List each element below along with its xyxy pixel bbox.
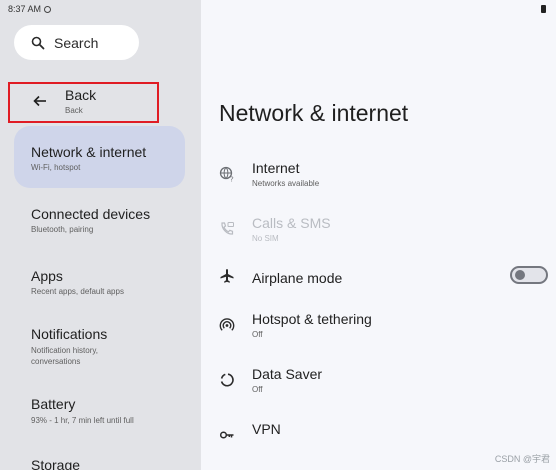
- hotspot-subtitle: Off: [252, 330, 263, 339]
- network-internet-page: Network & internet ? Internet Networks a…: [201, 0, 556, 470]
- vpn-key-icon: [219, 431, 234, 439]
- sidebar-item-title: Notifications: [31, 326, 108, 342]
- data-saver-icon: [220, 373, 234, 387]
- sidebar-item-title: Apps: [31, 268, 63, 284]
- sidebar-item-network-internet[interactable]: Network & internet Wi-Fi, hotspot: [14, 126, 185, 188]
- sidebar-item-battery[interactable]: Battery 93% - 1 hr, 7 min left until ful…: [14, 386, 185, 436]
- airplane-mode-title: Airplane mode: [252, 270, 343, 286]
- sidebar-item-title: Network & internet: [31, 144, 147, 160]
- internet-subtitle: Networks available: [252, 179, 320, 188]
- search-button[interactable]: Search: [14, 25, 139, 60]
- internet-row[interactable]: ? Internet Networks available: [201, 156, 556, 200]
- sidebar-item-subtitle: Notification history, conversations: [31, 346, 98, 366]
- internet-title: Internet: [252, 160, 300, 176]
- status-bar-time: 8:37 AM: [8, 4, 52, 14]
- sidebar-item-subtitle: Wi-Fi, hotspot: [31, 163, 81, 172]
- sidebar-item-subtitle: Recent apps, default apps: [31, 287, 124, 296]
- sidebar-item-storage[interactable]: Storage: [14, 446, 185, 470]
- search-icon: [31, 36, 45, 49]
- globe-wifi-icon: ?: [219, 166, 234, 183]
- status-time-text: 8:37 AM: [8, 4, 42, 14]
- calls-sms-title: Calls & SMS: [252, 215, 331, 231]
- vpn-title: VPN: [252, 421, 281, 437]
- page-title: Network & internet: [219, 100, 409, 126]
- airplane-mode-toggle[interactable]: [510, 266, 548, 284]
- hotspot-title: Hotspot & tethering: [252, 311, 372, 327]
- sidebar-item-notifications[interactable]: Notifications Notification history, conv…: [14, 316, 185, 376]
- hotspot-tethering-row[interactable]: Hotspot & tethering Off: [201, 308, 556, 352]
- search-label: Search: [54, 34, 99, 51]
- hotspot-icon: [219, 318, 235, 331]
- sidebar-item-subtitle: Bluetooth, pairing: [31, 225, 94, 234]
- data-saver-subtitle: Off: [252, 385, 263, 394]
- back-button[interactable]: Back Back: [8, 82, 159, 123]
- data-saver-row[interactable]: Data Saver Off: [201, 363, 556, 407]
- airplane-icon: [220, 269, 234, 283]
- svg-text:?: ?: [230, 176, 234, 183]
- back-title: Back: [65, 87, 97, 103]
- calls-sms-icon: [221, 222, 234, 235]
- battery-status-icon: [541, 5, 546, 13]
- calls-sms-row: Calls & SMS No SIM: [201, 211, 556, 255]
- sidebar-item-subtitle: 93% - 1 hr, 7 min left until full: [31, 416, 134, 425]
- data-saver-title: Data Saver: [252, 366, 323, 382]
- watermark-text: CSDN @宇君: [494, 454, 550, 464]
- calls-sms-subtitle: No SIM: [252, 234, 279, 243]
- sidebar-item-connected-devices[interactable]: Connected devices Bluetooth, pairing: [14, 195, 185, 245]
- arrow-back-icon: [33, 95, 46, 107]
- sidebar-item-apps[interactable]: Apps Recent apps, default apps: [14, 257, 185, 307]
- back-subtitle: Back: [65, 106, 83, 115]
- toggle-knob: [515, 270, 525, 280]
- sidebar-item-title: Storage: [31, 457, 81, 470]
- airplane-mode-row[interactable]: Airplane mode: [201, 266, 556, 310]
- notification-status-icon: [44, 5, 52, 13]
- sidebar-item-title: Connected devices: [31, 206, 151, 222]
- sidebar-item-title: Battery: [31, 396, 76, 412]
- settings-sidebar: 8:37 AM Search Back Back Network & inter…: [0, 0, 201, 470]
